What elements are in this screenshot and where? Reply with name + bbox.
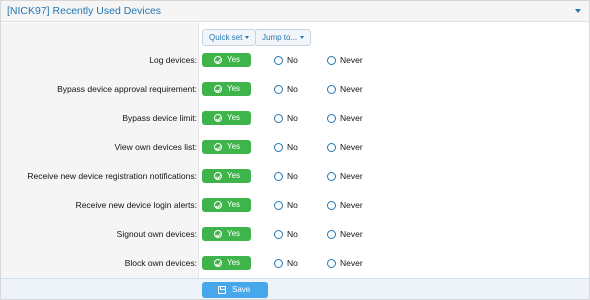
- never-label[interactable]: Never: [340, 162, 363, 191]
- panel-title[interactable]: [NICK97] Recently Used Devices: [7, 5, 161, 17]
- radio-circle-icon[interactable]: [274, 143, 283, 152]
- caret-down-icon: [245, 36, 250, 40]
- radio-circle-icon[interactable]: [327, 56, 336, 65]
- check-circle-icon: [214, 143, 222, 151]
- never-label[interactable]: Never: [340, 75, 363, 104]
- permission-row: Receive new device login alerts: Yes No …: [1, 191, 589, 220]
- radio-circle-icon[interactable]: [274, 114, 283, 123]
- radio-circle-icon[interactable]: [327, 230, 336, 239]
- permission-row: Receive new device registration notifica…: [1, 162, 589, 191]
- yes-button[interactable]: Yes: [202, 82, 251, 96]
- never-label[interactable]: Never: [340, 46, 363, 75]
- permission-row: Bypass device approval requirement: Yes …: [1, 75, 589, 104]
- never-label[interactable]: Never: [340, 249, 363, 278]
- permissions-panel: [NICK97] Recently Used Devices Quick set…: [0, 0, 590, 300]
- yes-button[interactable]: Yes: [202, 227, 251, 241]
- permission-label: Block own devices:: [124, 258, 197, 268]
- never-label[interactable]: Never: [340, 133, 363, 162]
- yes-button[interactable]: Yes: [202, 198, 251, 212]
- check-circle-icon: [214, 259, 222, 267]
- permission-row: View own devices list: Yes No Never: [1, 133, 589, 162]
- no-label[interactable]: No: [287, 249, 298, 278]
- check-circle-icon: [214, 230, 222, 238]
- yes-label: Yes: [227, 142, 241, 151]
- jump-to-button[interactable]: Jump to...: [255, 29, 312, 46]
- radio-circle-icon[interactable]: [327, 259, 336, 268]
- no-label[interactable]: No: [287, 104, 298, 133]
- yes-label: Yes: [227, 258, 241, 267]
- yes-label: Yes: [227, 55, 241, 64]
- permission-label: View own devices list:: [114, 142, 197, 152]
- permission-label: Bypass device limit:: [122, 113, 197, 123]
- permission-label: Receive new device registration notifica…: [27, 171, 197, 181]
- permission-label: Receive new device login alerts:: [75, 200, 197, 210]
- never-label[interactable]: Never: [340, 220, 363, 249]
- check-circle-icon: [214, 85, 222, 93]
- no-label[interactable]: No: [287, 75, 298, 104]
- no-label[interactable]: No: [287, 162, 298, 191]
- radio-circle-icon[interactable]: [274, 259, 283, 268]
- radio-circle-icon[interactable]: [327, 201, 336, 210]
- permission-label: Signout own devices:: [116, 229, 197, 239]
- save-label: Save: [232, 285, 251, 294]
- no-label[interactable]: No: [287, 133, 298, 162]
- permission-row: Block own devices: Yes No Never: [1, 249, 589, 278]
- radio-circle-icon[interactable]: [327, 85, 336, 94]
- caret-down-icon: [300, 36, 305, 40]
- form-footer: Save: [1, 278, 589, 299]
- check-circle-icon: [214, 172, 222, 180]
- radio-circle-icon[interactable]: [274, 201, 283, 210]
- permission-row: Signout own devices: Yes No Never: [1, 220, 589, 249]
- radio-circle-icon[interactable]: [327, 114, 336, 123]
- never-label[interactable]: Never: [340, 191, 363, 220]
- radio-circle-icon[interactable]: [274, 85, 283, 94]
- yes-label: Yes: [227, 200, 241, 209]
- check-circle-icon: [214, 201, 222, 209]
- no-label[interactable]: No: [287, 191, 298, 220]
- yes-button[interactable]: Yes: [202, 53, 251, 67]
- no-label[interactable]: No: [287, 46, 298, 75]
- no-label[interactable]: No: [287, 220, 298, 249]
- chevron-down-icon[interactable]: [575, 9, 581, 13]
- radio-circle-icon[interactable]: [274, 56, 283, 65]
- save-button[interactable]: Save: [202, 282, 268, 298]
- yes-button[interactable]: Yes: [202, 140, 251, 154]
- yes-button[interactable]: Yes: [202, 169, 251, 183]
- yes-label: Yes: [227, 113, 241, 122]
- yes-label: Yes: [227, 84, 241, 93]
- permission-row: Bypass device limit: Yes No Never: [1, 104, 589, 133]
- yes-label: Yes: [227, 171, 241, 180]
- radio-circle-icon[interactable]: [274, 172, 283, 181]
- check-circle-icon: [214, 56, 222, 64]
- quick-set-button[interactable]: Quick set: [202, 29, 257, 46]
- yes-button[interactable]: Yes: [202, 111, 251, 125]
- radio-circle-icon[interactable]: [327, 172, 336, 181]
- yes-label: Yes: [227, 229, 241, 238]
- radio-circle-icon[interactable]: [327, 143, 336, 152]
- permission-row: Log devices: Yes No Never: [1, 46, 589, 75]
- never-label[interactable]: Never: [340, 104, 363, 133]
- permission-label: Bypass device approval requirement:: [57, 84, 197, 94]
- quick-set-label: Quick set: [209, 33, 243, 42]
- check-circle-icon: [214, 114, 222, 122]
- jump-to-label: Jump to...: [262, 33, 298, 42]
- radio-circle-icon[interactable]: [274, 230, 283, 239]
- save-icon: [218, 286, 226, 294]
- yes-button[interactable]: Yes: [202, 256, 251, 270]
- panel-header[interactable]: [NICK97] Recently Used Devices: [1, 1, 589, 22]
- permission-label: Log devices:: [149, 55, 197, 65]
